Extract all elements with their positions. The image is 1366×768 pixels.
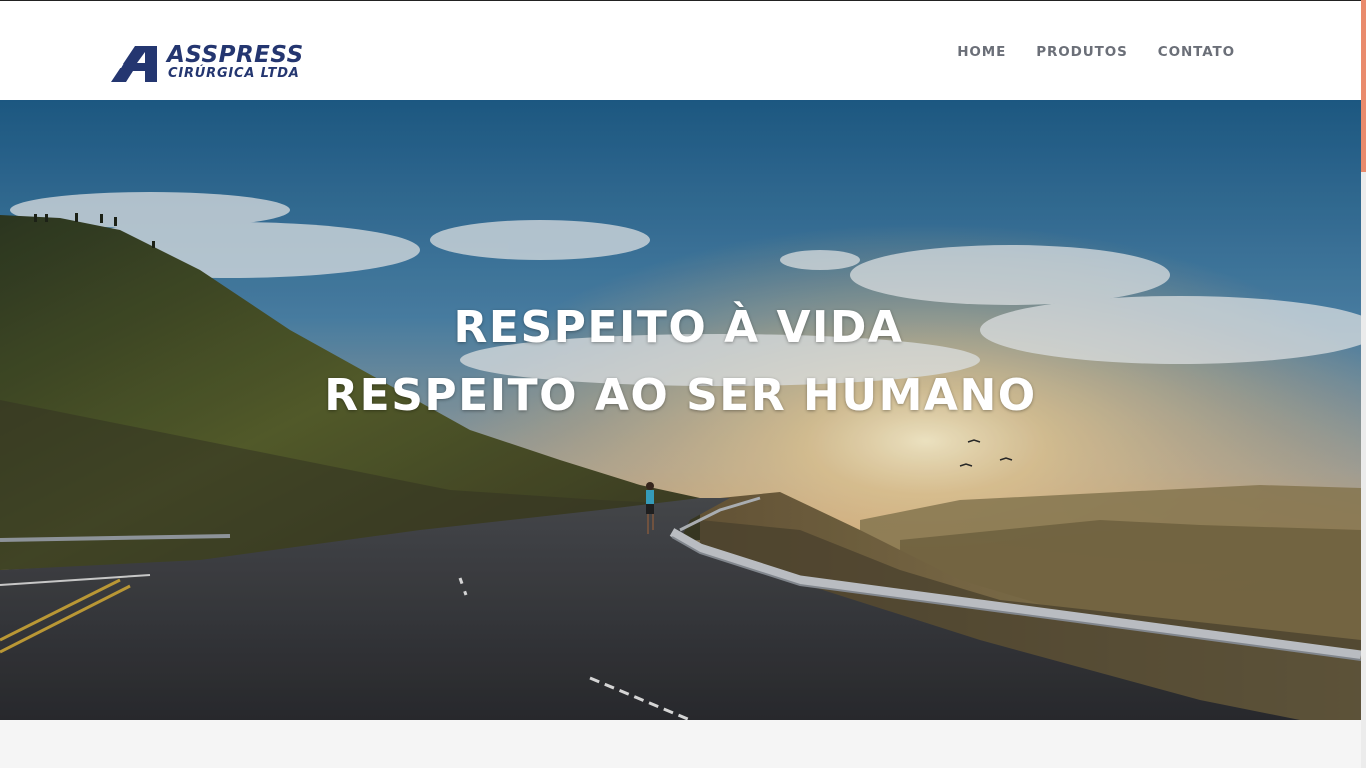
nav-produtos[interactable]: PRODUTOS: [1036, 44, 1128, 60]
scrollbar-thumb[interactable]: [1361, 0, 1366, 172]
nav-contato[interactable]: CONTATO: [1158, 44, 1235, 60]
logo-subtitle: CIRÚRGICA LTDA: [168, 66, 300, 81]
below-hero-section: [0, 720, 1361, 768]
logo-a-mark-icon: [111, 46, 157, 82]
main-nav: HOME PRODUTOS CONTATO: [957, 44, 1235, 60]
nav-home[interactable]: HOME: [957, 44, 1006, 60]
site-header: ASSPRESS CIRÚRGICA LTDA HOME PRODUTOS CO…: [0, 0, 1361, 100]
page: ASSPRESS CIRÚRGICA LTDA HOME PRODUTOS CO…: [0, 0, 1366, 768]
hero-headline-line1: RESPEITO À VIDA: [453, 302, 904, 353]
hero-headline-line2: RESPEITO AO SER HUMANO: [324, 370, 1037, 421]
page-scrollbar[interactable]: [1361, 0, 1366, 768]
logo-name: ASSPRESS: [167, 42, 304, 68]
company-logo[interactable]: ASSPRESS CIRÚRGICA LTDA: [111, 44, 311, 84]
hero-banner: RESPEITO À VIDA RESPEITO AO SER HUMANO: [0, 100, 1361, 720]
